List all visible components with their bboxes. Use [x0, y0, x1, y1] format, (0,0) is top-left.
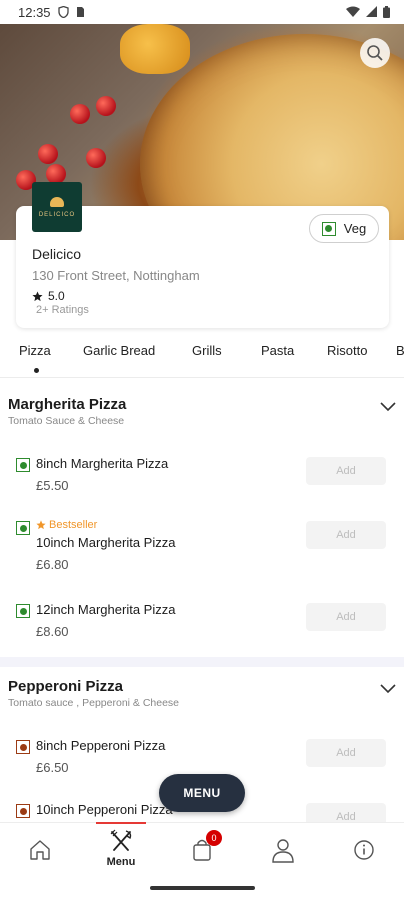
battery-icon — [383, 6, 390, 18]
nonveg-icon — [16, 804, 30, 818]
veg-icon — [16, 521, 30, 535]
user-icon — [272, 839, 294, 863]
signal-icon — [366, 6, 377, 17]
nav-menu-label: Menu — [106, 856, 136, 868]
status-right — [346, 6, 390, 18]
section-title: Margherita Pizza — [8, 396, 127, 413]
add-button[interactable]: Add — [306, 457, 386, 485]
add-button[interactable]: Add — [306, 521, 386, 549]
active-tab-indicator — [34, 368, 39, 373]
tomato-graphic — [38, 144, 58, 164]
item-name: 10inch Margherita Pizza — [36, 535, 176, 550]
fork-knife-icon — [110, 829, 132, 851]
star-icon — [36, 520, 46, 530]
info-icon — [354, 840, 374, 860]
menu-item[interactable]: 12inch Margherita Pizza £8.60 Add — [16, 602, 388, 639]
item-price: £5.50 — [36, 478, 69, 493]
veg-icon — [16, 458, 30, 472]
tomato-graphic — [70, 104, 90, 124]
bestseller-label: Bestseller — [49, 519, 98, 531]
add-button[interactable]: Add — [306, 603, 386, 631]
tab-risotto[interactable]: Risotto — [327, 343, 367, 358]
veg-label: Veg — [343, 221, 367, 236]
restaurant-address: 130 Front Street, Nottingham — [32, 268, 200, 283]
category-tabs: Pizza Garlic Bread Grills Pasta Risotto … — [0, 340, 404, 376]
logo-text: DELICICO — [38, 211, 76, 218]
item-price: £8.60 — [36, 624, 69, 639]
nav-home[interactable] — [10, 823, 70, 879]
veg-filter-toggle[interactable]: Veg — [309, 214, 379, 243]
cart-count-badge: 0 — [206, 830, 222, 846]
menu-item[interactable]: 8inch Margherita Pizza £5.50 Add — [16, 456, 388, 493]
tomato-graphic — [86, 148, 106, 168]
bestseller-badge: Bestseller — [36, 519, 175, 531]
tab-pizza[interactable]: Pizza — [19, 343, 51, 358]
tab-pasta[interactable]: Pasta — [261, 343, 294, 358]
item-price: £6.80 — [36, 557, 69, 572]
section-header-pepperoni[interactable]: Pepperoni Pizza Tomato sauce , Pepperoni… — [8, 678, 398, 709]
menu-item[interactable]: 8inch Pepperoni Pizza £6.50 Add — [16, 738, 388, 775]
chevron-down-icon[interactable] — [378, 678, 398, 698]
veg-icon — [16, 604, 30, 618]
tomato-graphic — [96, 96, 116, 116]
nav-menu[interactable]: Menu — [91, 822, 151, 879]
menu-button[interactable]: MENU — [159, 774, 245, 812]
gesture-handle[interactable] — [150, 886, 255, 890]
tomato-graphic — [46, 164, 66, 184]
section-header-margherita[interactable]: Margherita Pizza Tomato Sauce & Cheese — [8, 396, 398, 427]
rating-row: 5.0 — [32, 289, 65, 303]
section-subtitle: Tomato Sauce & Cheese — [8, 415, 125, 427]
pepper-graphic — [120, 24, 190, 74]
section-title: Pepperoni Pizza — [8, 678, 124, 695]
add-button[interactable]: Add — [306, 739, 386, 767]
restaurant-logo: DELICICO — [32, 182, 82, 232]
item-name: 12inch Margherita Pizza — [36, 602, 176, 617]
cloche-icon — [50, 196, 64, 207]
item-price: £6.50 — [36, 760, 69, 775]
veg-icon — [321, 221, 336, 236]
home-icon — [30, 840, 50, 860]
app-screen: 12:35 DELICICO Veg Delicico 130 Front St… — [0, 0, 404, 900]
section-separator — [0, 657, 404, 667]
divider — [0, 377, 404, 378]
status-bar: 12:35 — [0, 0, 404, 24]
menu-item[interactable]: Bestseller 10inch Margherita Pizza £6.80… — [16, 519, 388, 572]
item-name: 10inch Pepperoni Pizza — [36, 802, 173, 817]
tab-more[interactable]: B — [396, 343, 404, 358]
nav-info[interactable] — [334, 823, 394, 879]
tab-garlic-bread[interactable]: Garlic Bread — [83, 343, 155, 358]
section-subtitle: Tomato sauce , Pepperoni & Cheese — [8, 697, 180, 709]
item-name: 8inch Pepperoni Pizza — [36, 738, 166, 753]
star-icon — [32, 290, 43, 301]
bottom-navigation: Menu 0 — [0, 822, 404, 878]
restaurant-name: Delicico — [32, 246, 82, 262]
rating-value: 5.0 — [48, 289, 65, 303]
item-name: 8inch Margherita Pizza — [36, 456, 169, 471]
search-icon — [367, 45, 383, 61]
status-time: 12:35 — [18, 4, 51, 20]
shield-icon — [57, 6, 69, 18]
status-left: 12:35 — [18, 5, 85, 20]
active-nav-indicator — [96, 822, 146, 824]
nonveg-icon — [16, 740, 30, 754]
chevron-down-icon[interactable] — [378, 396, 398, 416]
search-button[interactable] — [360, 38, 390, 68]
wifi-icon — [346, 6, 360, 17]
nav-cart[interactable]: 0 — [172, 823, 232, 879]
nav-profile[interactable] — [253, 823, 313, 879]
ratings-count: 2+ Ratings — [36, 304, 89, 316]
tab-grills[interactable]: Grills — [192, 343, 222, 358]
sim-card-icon — [76, 7, 84, 17]
